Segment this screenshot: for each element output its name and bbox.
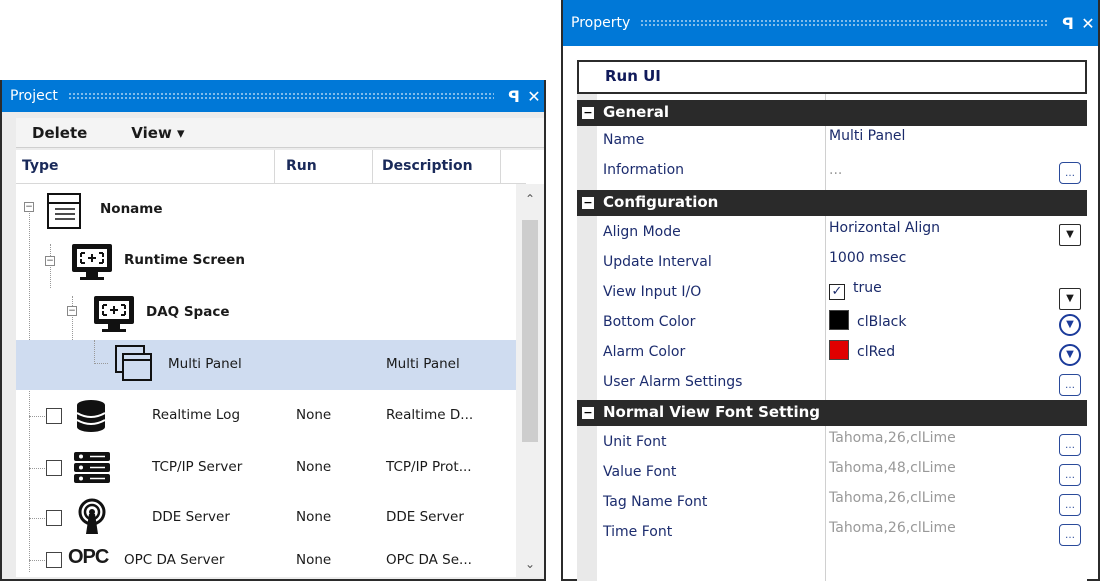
ellipsis-button[interactable]: …: [1059, 434, 1081, 456]
prop-row-align-mode[interactable]: Align Mode Horizontal Align ▼: [577, 218, 1087, 248]
prop-row-name[interactable]: Name Multi Panel: [577, 126, 1087, 156]
project-tree-grid: Type Run Description − Noname − Runtime …: [16, 150, 544, 577]
dropdown-icon[interactable]: ▼: [1059, 344, 1081, 366]
view-io-checkbox[interactable]: ✓: [829, 284, 845, 300]
prop-row-value-font[interactable]: Value Font Tahoma,48,clLime …: [577, 458, 1087, 488]
view-menu-button[interactable]: View ▾: [131, 124, 184, 142]
tree-row-realtime-log[interactable]: Realtime Log None Realtime D...: [16, 390, 516, 442]
column-description[interactable]: Description: [382, 158, 473, 174]
prop-row-view-input-io[interactable]: View Input I/O ✓ true ▼: [577, 278, 1087, 310]
tree-description: OPC DA Se...: [386, 552, 472, 568]
prop-row-update-interval[interactable]: Update Interval 1000 msec: [577, 248, 1087, 278]
scroll-down-icon[interactable]: ⌄: [516, 557, 544, 571]
property-titlebar[interactable]: Property ꟼ ✕: [563, 0, 1098, 46]
tree-label: Runtime Screen: [124, 252, 245, 268]
tree-run: None: [296, 552, 332, 568]
tree-run: None: [296, 509, 332, 525]
prop-row-user-alarm-settings[interactable]: User Alarm Settings …: [577, 368, 1087, 398]
tree-label: DAQ Space: [146, 304, 230, 320]
selected-object-name: Run UI: [577, 60, 1087, 94]
collapse-icon[interactable]: −: [582, 107, 594, 119]
multi-panel-icon: [115, 345, 152, 381]
enable-checkbox[interactable]: [46, 510, 62, 526]
tree-label: OPC DA Server: [124, 552, 225, 568]
property-panel: Property ꟼ ✕ Run UI − General Name Multi…: [561, 0, 1100, 581]
prop-row-time-font[interactable]: Time Font Tahoma,26,clLime …: [577, 518, 1087, 548]
grid-header: Type Run Description: [16, 150, 526, 184]
monitor-icon: [72, 244, 112, 280]
enable-checkbox[interactable]: [46, 460, 62, 476]
tree-row-dde-server[interactable]: DDE Server None DDE Server: [16, 494, 516, 542]
tree-description: DDE Server: [386, 509, 464, 525]
tree-description: Multi Panel: [386, 356, 460, 372]
collapse-icon[interactable]: −: [582, 197, 594, 209]
antenna-icon: [78, 498, 106, 534]
project-title: Project: [10, 88, 58, 104]
prop-row-alarm-color[interactable]: Alarm Color clRed ▼: [577, 338, 1087, 368]
property-grid: Run UI − General Name Multi Panel Inform…: [577, 60, 1087, 581]
vertical-scrollbar[interactable]: ⌃ ⌄: [516, 184, 544, 577]
scroll-thumb[interactable]: [522, 220, 538, 442]
enable-checkbox[interactable]: [46, 408, 62, 424]
scroll-up-icon[interactable]: ⌃: [516, 192, 544, 206]
tree-row-runtime-screen[interactable]: − Runtime Screen: [16, 236, 516, 288]
category-configuration[interactable]: − Configuration: [577, 190, 1087, 216]
delete-button[interactable]: Delete: [32, 124, 87, 142]
collapse-icon[interactable]: −: [24, 202, 34, 212]
tree-label: DDE Server: [152, 509, 230, 525]
project-file-icon: [47, 193, 81, 229]
tree-label: Realtime Log: [152, 407, 241, 423]
collapse-icon[interactable]: −: [67, 306, 77, 316]
property-title: Property: [571, 15, 631, 31]
tree-label: TCP/IP Server: [152, 459, 243, 475]
category-general[interactable]: − General: [577, 100, 1087, 126]
ellipsis-button[interactable]: …: [1059, 464, 1081, 486]
project-toolbar: Delete View ▾: [16, 118, 544, 148]
prop-row-bottom-color[interactable]: Bottom Color clBlack ▼: [577, 308, 1087, 338]
category-normal-view-font[interactable]: − Normal View Font Setting: [577, 400, 1087, 426]
tree-run: None: [296, 407, 332, 423]
close-icon[interactable]: ✕: [524, 86, 544, 106]
column-run[interactable]: Run: [286, 158, 317, 174]
dropdown-icon[interactable]: ▼: [1059, 314, 1081, 336]
prop-row-tag-name-font[interactable]: Tag Name Font Tahoma,26,clLime …: [577, 488, 1087, 518]
enable-checkbox[interactable]: [46, 552, 62, 568]
tree-label: Multi Panel: [168, 356, 242, 372]
collapse-icon[interactable]: −: [45, 256, 55, 266]
dropdown-icon[interactable]: ▼: [1059, 224, 1081, 246]
database-icon: [76, 400, 106, 432]
prop-row-information[interactable]: Information ... …: [577, 156, 1087, 186]
close-icon[interactable]: ✕: [1078, 13, 1098, 33]
opc-logo-icon: OPC: [68, 546, 109, 568]
tree-row-daq-space[interactable]: − DAQ Space: [16, 288, 516, 340]
prop-row-unit-font[interactable]: Unit Font Tahoma,26,clLime …: [577, 428, 1087, 458]
tree-description: Realtime D...: [386, 407, 474, 423]
project-titlebar[interactable]: Project ꟼ ✕: [2, 80, 544, 112]
tree-row-tcpip-server[interactable]: TCP/IP Server None TCP/IP Prot...: [16, 442, 516, 494]
red-swatch: [829, 340, 849, 360]
tree-row-opc-da-server[interactable]: OPC OPC DA Server None OPC DA Se...: [16, 542, 516, 577]
monitor-icon: [94, 296, 134, 332]
black-swatch: [829, 310, 849, 330]
tree-run: None: [296, 459, 332, 475]
pin-icon[interactable]: ꟼ: [504, 86, 524, 106]
pin-icon[interactable]: ꟼ: [1058, 13, 1078, 33]
tree-label: Noname: [100, 201, 163, 217]
server-icon: [74, 452, 110, 483]
ellipsis-button[interactable]: …: [1059, 162, 1081, 184]
tree-description: TCP/IP Prot...: [386, 459, 472, 475]
tree-row-noname[interactable]: − Noname: [16, 186, 516, 236]
ellipsis-button[interactable]: …: [1059, 494, 1081, 516]
project-panel: Project ꟼ ✕ Delete View ▾ Type Run Descr…: [0, 80, 546, 581]
column-type[interactable]: Type: [22, 158, 59, 174]
ellipsis-button[interactable]: …: [1059, 374, 1081, 396]
collapse-icon[interactable]: −: [582, 407, 594, 419]
tree-row-multi-panel[interactable]: Multi Panel Multi Panel: [16, 340, 516, 390]
ellipsis-button[interactable]: …: [1059, 524, 1081, 546]
dropdown-icon[interactable]: ▼: [1059, 288, 1081, 310]
